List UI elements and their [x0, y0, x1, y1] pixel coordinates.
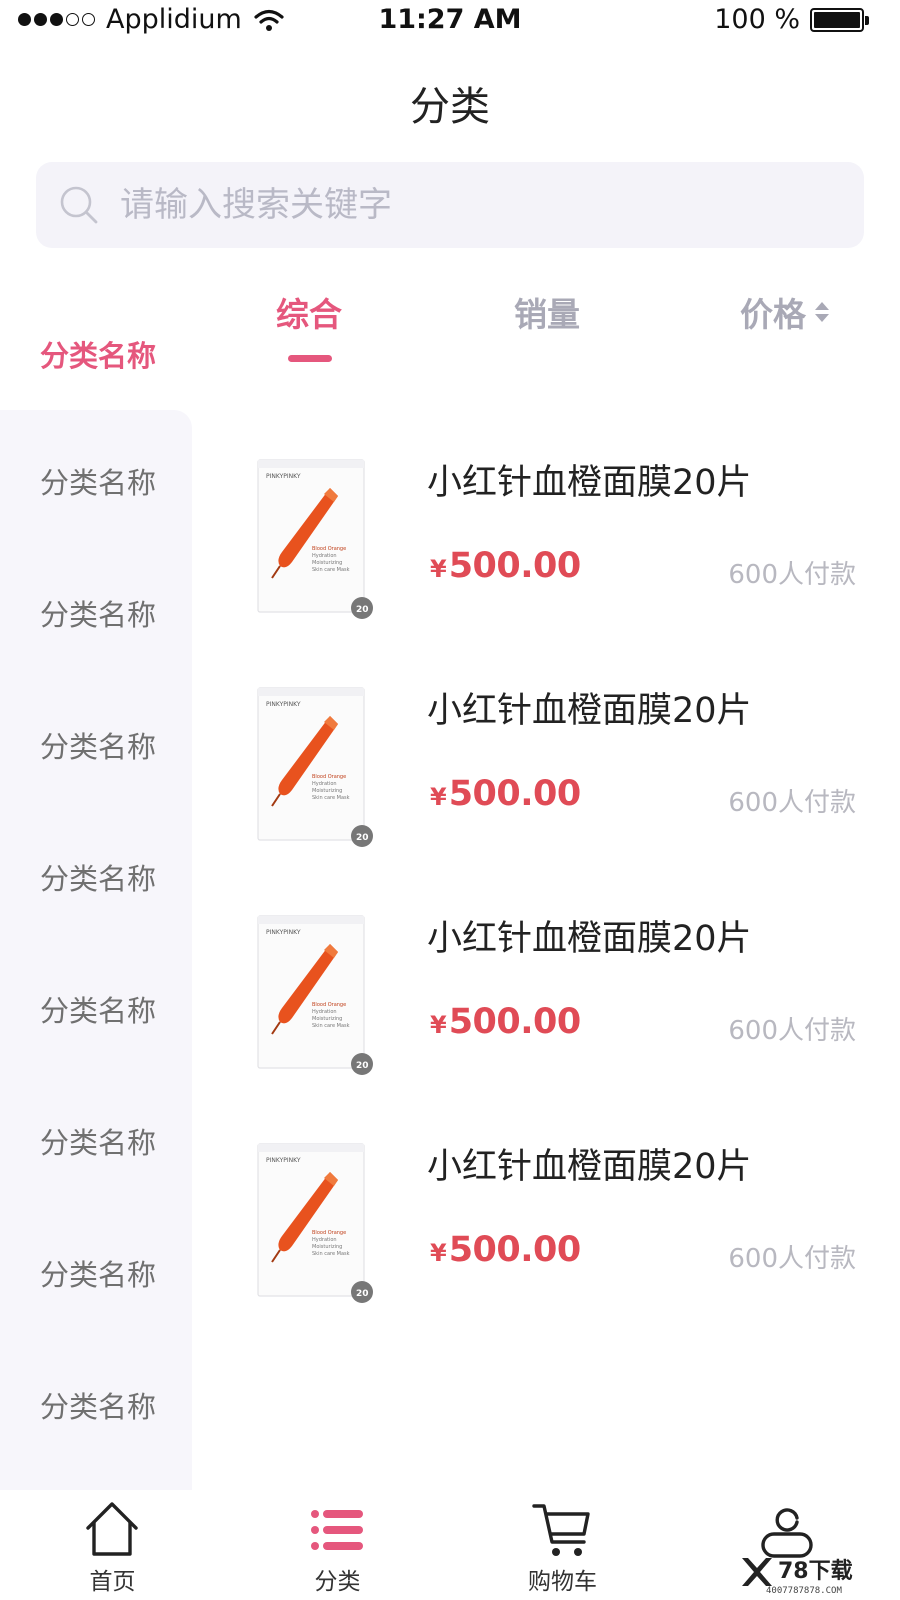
- sales-count: 600人付款: [728, 788, 856, 818]
- sort-tab-price-label: 价格: [740, 295, 806, 334]
- svg-text:20: 20: [356, 833, 369, 843]
- product-item[interactable]: PINKYPINKY Blood Orange Hydration Moistu…: [192, 442, 900, 674]
- price-value: 500.00: [448, 774, 582, 814]
- sidebar-item-category[interactable]: 分类名称: [40, 1252, 156, 1294]
- svg-text:Moisturizing: Moisturizing: [312, 1244, 342, 1250]
- price-value: 500.00: [448, 1002, 582, 1042]
- product-image[interactable]: PINKYPINKY Blood Orange Hydration Moistu…: [252, 912, 380, 1082]
- tab-cart-label: 购物车: [528, 1569, 597, 1595]
- svg-text:Moisturizing: Moisturizing: [312, 560, 342, 566]
- sales-count: 600人付款: [728, 560, 856, 590]
- search-input[interactable]: [120, 162, 840, 248]
- svg-text:Hydration: Hydration: [312, 1237, 337, 1243]
- svg-text:Blood Orange: Blood Orange: [312, 1002, 346, 1008]
- home-icon: [86, 1502, 138, 1556]
- currency-symbol: ¥: [430, 1011, 447, 1039]
- product-price: ¥500.00: [430, 546, 581, 586]
- product-item[interactable]: PINKYPINKY Blood Orange Hydration Moistu…: [192, 670, 900, 902]
- sidebar-item-category[interactable]: 分类名称: [40, 988, 156, 1030]
- sort-tab-comprehensive[interactable]: 综合: [276, 288, 342, 336]
- search-bar[interactable]: [36, 162, 864, 248]
- watermark-brand: 78下载: [778, 1558, 853, 1584]
- tab-home[interactable]: 首页: [0, 1490, 225, 1600]
- sort-tab-price[interactable]: 价格: [740, 288, 832, 336]
- product-title[interactable]: 小红针血橙面膜20片: [427, 682, 752, 733]
- sort-tab-sales[interactable]: 销量: [514, 288, 580, 336]
- product-image[interactable]: PINKYPINKY Blood Orange Hydration Moistu…: [252, 684, 380, 854]
- active-tab-indicator: [288, 355, 332, 362]
- sort-arrows-icon: [815, 302, 829, 322]
- product-title[interactable]: 小红针血橙面膜20片: [427, 910, 752, 961]
- svg-text:Skin care Mask: Skin care Mask: [312, 1023, 350, 1029]
- product-brand: PINKYPINKY: [266, 701, 301, 708]
- product-brand: PINKYPINKY: [266, 1157, 301, 1164]
- svg-text:Skin care Mask: Skin care Mask: [312, 1251, 350, 1257]
- tab-cart[interactable]: 购物车: [450, 1490, 675, 1600]
- svg-text:Skin care Mask: Skin care Mask: [312, 795, 350, 801]
- product-price: ¥500.00: [430, 774, 581, 814]
- currency-symbol: ¥: [430, 555, 447, 583]
- product-price: ¥500.00: [430, 1230, 581, 1270]
- svg-text:20: 20: [356, 605, 369, 615]
- svg-text:Hydration: Hydration: [312, 1009, 337, 1015]
- category-header[interactable]: 分类名称: [40, 333, 156, 375]
- page-title: 分类: [410, 84, 490, 130]
- svg-text:Blood Orange: Blood Orange: [312, 1230, 346, 1236]
- sidebar-item-category[interactable]: 分类名称: [40, 592, 156, 634]
- product-image[interactable]: PINKYPINKY Blood Orange Hydration Moistu…: [252, 456, 380, 626]
- svg-text:Moisturizing: Moisturizing: [312, 788, 342, 794]
- product-image[interactable]: PINKYPINKY Blood Orange Hydration Moistu…: [252, 1140, 380, 1310]
- currency-symbol: ¥: [430, 1239, 447, 1267]
- product-title[interactable]: 小红针血橙面膜20片: [427, 454, 752, 505]
- search-icon: [60, 186, 98, 224]
- svg-text:Blood Orange: Blood Orange: [312, 546, 346, 552]
- sidebar-item-category[interactable]: 分类名称: [40, 1120, 156, 1162]
- sales-count: 600人付款: [728, 1016, 856, 1046]
- svg-text:Blood Orange: Blood Orange: [312, 774, 346, 780]
- price-value: 500.00: [448, 546, 582, 586]
- category-sidebar: 分类名称 分类名称 分类名称 分类名称 分类名称 分类名称 分类名称 分类名称: [0, 410, 192, 1490]
- list-icon: [311, 1510, 363, 1550]
- product-item[interactable]: PINKYPINKY Blood Orange Hydration Moistu…: [192, 1126, 900, 1358]
- status-bar: Applidium 11:27 AM 100 %: [0, 0, 900, 44]
- svg-text:Skin care Mask: Skin care Mask: [312, 567, 350, 573]
- currency-symbol: ¥: [430, 783, 447, 811]
- sales-count: 600人付款: [728, 1244, 856, 1274]
- battery-percentage: 100 %: [714, 4, 800, 35]
- product-title[interactable]: 小红针血橙面膜20片: [427, 1138, 752, 1189]
- svg-text:Moisturizing: Moisturizing: [312, 1016, 342, 1022]
- tab-category-label: 分类: [314, 1569, 361, 1595]
- tab-home-label: 首页: [89, 1569, 136, 1595]
- svg-text:20: 20: [356, 1289, 369, 1299]
- svg-text:20: 20: [356, 1061, 369, 1071]
- product-item[interactable]: PINKYPINKY Blood Orange Hydration Moistu…: [192, 898, 900, 1130]
- price-value: 500.00: [448, 1230, 582, 1270]
- status-right: 100 %: [714, 4, 869, 35]
- cart-icon: [532, 1504, 590, 1556]
- tab-category[interactable]: 分类: [225, 1490, 450, 1600]
- site-watermark: 78下载 4007787878.COM: [742, 1558, 853, 1596]
- battery-icon: [810, 7, 869, 32]
- product-brand: PINKYPINKY: [266, 929, 301, 936]
- product-price: ¥500.00: [430, 1002, 581, 1042]
- product-brand: PINKYPINKY: [266, 473, 301, 480]
- svg-text:Hydration: Hydration: [312, 553, 337, 559]
- svg-text:Hydration: Hydration: [312, 781, 337, 787]
- sidebar-item-category[interactable]: 分类名称: [40, 724, 156, 766]
- watermark-url: 4007787878.COM: [766, 1586, 842, 1596]
- sidebar-item-category[interactable]: 分类名称: [40, 856, 156, 898]
- sidebar-item-category[interactable]: 分类名称: [40, 460, 156, 502]
- sidebar-item-category[interactable]: 分类名称: [40, 1384, 156, 1426]
